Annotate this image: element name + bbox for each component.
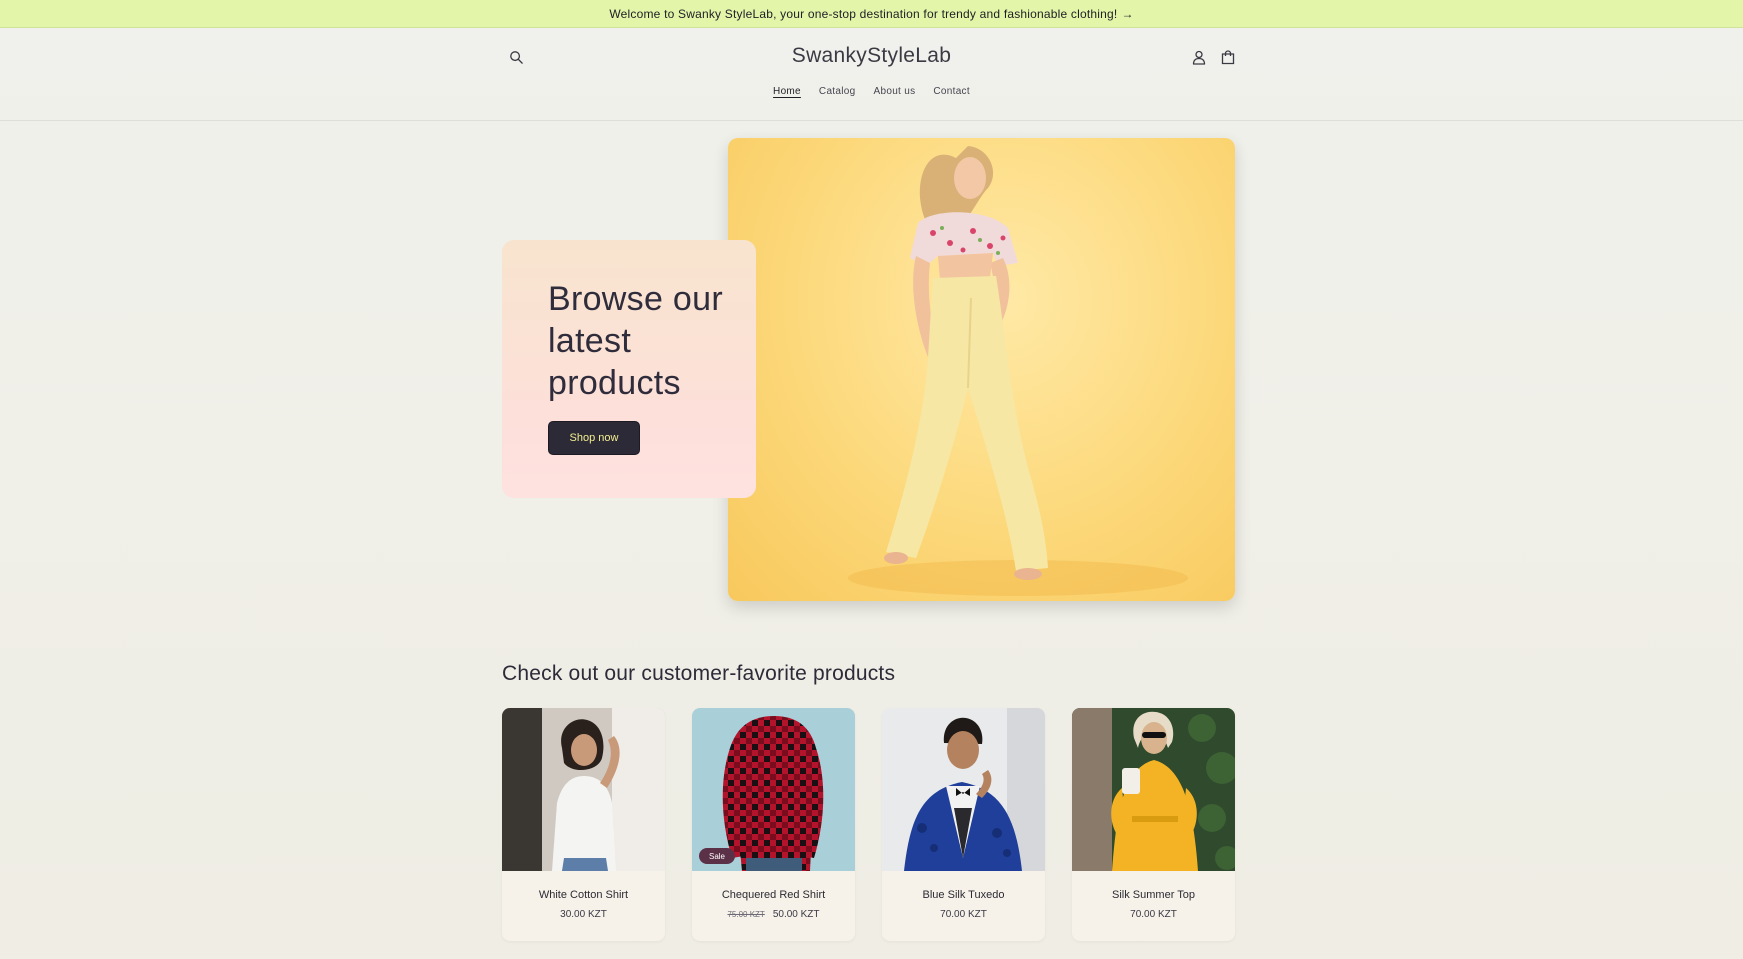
- cart-icon: [1221, 49, 1235, 64]
- hero-image: [728, 138, 1235, 601]
- product-old-price: 75.00 KZT: [727, 910, 765, 919]
- main-nav: Home Catalog About us Contact: [0, 86, 1743, 97]
- shop-now-button[interactable]: Shop now: [548, 421, 640, 455]
- product-image[interactable]: [1072, 708, 1235, 871]
- account-icon: [1192, 50, 1206, 65]
- product-name[interactable]: Silk Summer Top: [1072, 889, 1235, 901]
- account-button[interactable]: [1188, 46, 1210, 68]
- product-image[interactable]: [882, 708, 1045, 871]
- sale-badge: Sale: [699, 848, 735, 864]
- site-header: SwankyStyleLab Home Catalog About us Con…: [0, 28, 1743, 121]
- product-card[interactable]: Sale Chequered Red Shirt 75.00 KZT 50.00 …: [692, 708, 855, 941]
- nav-about-us[interactable]: About us: [874, 86, 916, 97]
- product-card[interactable]: White Cotton Shirt 30.00 KZT: [502, 708, 665, 941]
- nav-home[interactable]: Home: [773, 86, 801, 97]
- announcement-text: Welcome to Swanky StyleLab, your one-sto…: [609, 6, 1118, 21]
- product-price: 75.00 KZT 50.00 KZT: [692, 909, 855, 920]
- product-price: 70.00 KZT: [940, 909, 987, 920]
- product-name[interactable]: Chequered Red Shirt: [692, 889, 855, 901]
- product-sale-price: 50.00 KZT: [772, 909, 820, 920]
- product-name[interactable]: White Cotton Shirt: [502, 889, 665, 901]
- product-card[interactable]: Blue Silk Tuxedo 70.00 KZT: [882, 708, 1045, 941]
- product-image[interactable]: [502, 708, 665, 871]
- product-card[interactable]: Silk Summer Top 70.00 KZT: [1072, 708, 1235, 941]
- cart-button[interactable]: [1217, 46, 1239, 68]
- product-name[interactable]: Blue Silk Tuxedo: [882, 889, 1045, 901]
- hero-title: Browse our latest products: [548, 280, 723, 402]
- nav-contact[interactable]: Contact: [933, 86, 970, 97]
- announcement-bar[interactable]: Welcome to Swanky StyleLab, your one-sto…: [0, 0, 1743, 28]
- site-logo[interactable]: SwankyStyleLab: [0, 44, 1743, 68]
- nav-catalog[interactable]: Catalog: [819, 86, 856, 97]
- arrow-right-icon: →: [1121, 6, 1134, 21]
- section-title: Check out our customer-favorite products: [502, 662, 896, 685]
- product-price: 30.00 KZT: [560, 909, 607, 920]
- product-price: 70.00 KZT: [1130, 909, 1177, 920]
- product-image[interactable]: Sale: [692, 708, 855, 871]
